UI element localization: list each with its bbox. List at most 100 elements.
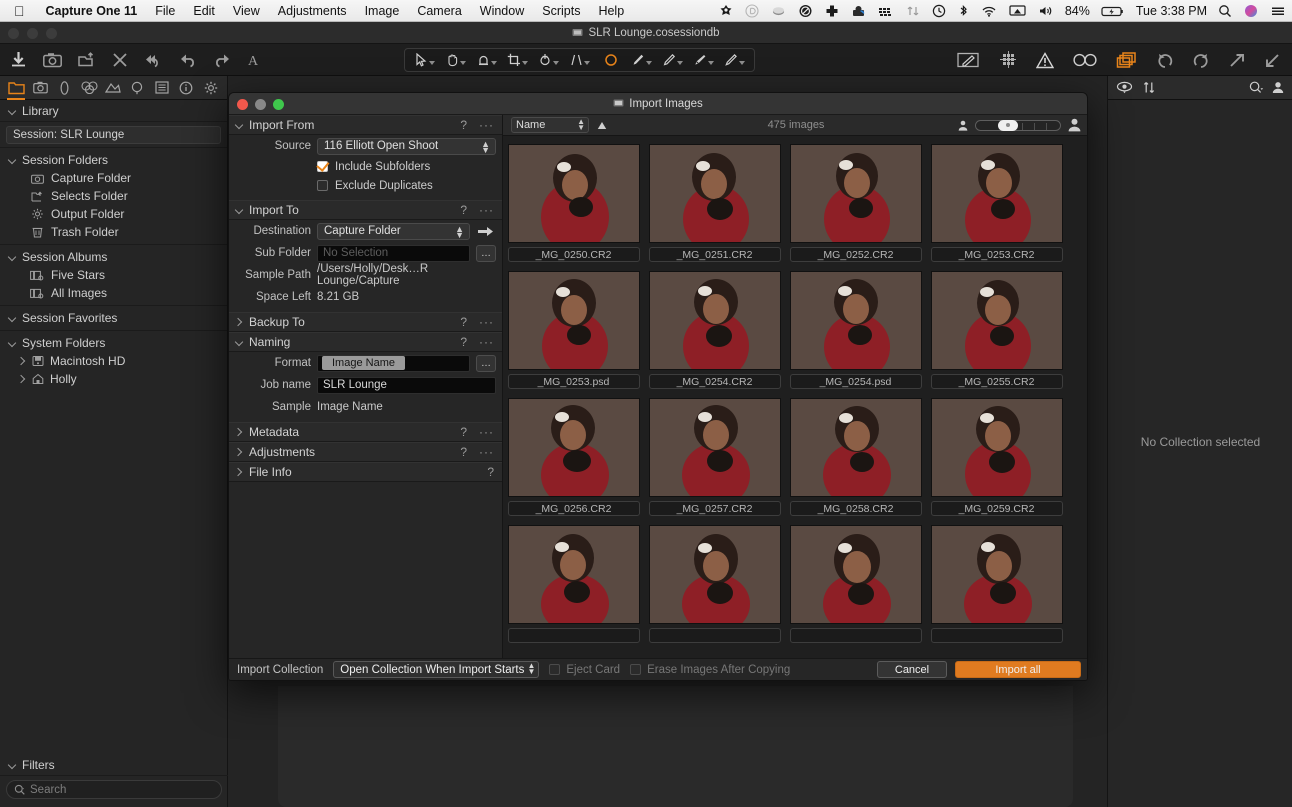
sidebar-item-output-folder[interactable]: Output Folder bbox=[0, 205, 227, 223]
menu-help[interactable]: Help bbox=[589, 4, 633, 18]
wifi-icon[interactable] bbox=[975, 0, 1003, 22]
thumbnail-cell[interactable]: _MG_0256.CR2 bbox=[503, 398, 644, 516]
group-session-folders[interactable]: Session Folders bbox=[0, 151, 227, 169]
linear-gradient-tool[interactable] bbox=[688, 49, 719, 71]
sidebar-item-library[interactable] bbox=[4, 76, 28, 100]
thumbnail-image[interactable] bbox=[930, 271, 1063, 370]
window-zoom-button[interactable] bbox=[46, 28, 57, 39]
menu-scripts[interactable]: Scripts bbox=[533, 4, 589, 18]
chevron-right-icon[interactable] bbox=[18, 375, 26, 383]
slider-knob[interactable] bbox=[998, 119, 1018, 131]
format-input[interactable]: Image Name bbox=[317, 354, 470, 372]
thumbnail-cell[interactable]: _MG_0253.CR2 bbox=[926, 144, 1067, 262]
format-token[interactable]: Image Name bbox=[322, 356, 405, 370]
sidebar-item-selects-folder[interactable]: Selects Folder bbox=[0, 187, 227, 205]
volume-icon[interactable] bbox=[1032, 0, 1060, 22]
variants-icon[interactable] bbox=[1116, 51, 1138, 69]
thumbnail-cell[interactable]: _MG_0252.CR2 bbox=[785, 144, 926, 262]
grid-overlay-icon[interactable] bbox=[998, 51, 1018, 69]
thumbnail-image[interactable] bbox=[507, 271, 640, 370]
dialog-traffic-lights[interactable] bbox=[237, 99, 284, 110]
rotate-left-icon[interactable] bbox=[1156, 52, 1174, 69]
sidebar-item-details[interactable] bbox=[126, 76, 150, 100]
window-close-button[interactable] bbox=[8, 28, 19, 39]
chevron-right-icon[interactable] bbox=[18, 357, 26, 365]
sort-select[interactable]: Name ▲ ▼ bbox=[511, 117, 589, 133]
erase-images-row[interactable]: Erase Images After Copying bbox=[630, 664, 790, 676]
thumbnail-image[interactable] bbox=[648, 144, 781, 243]
panel-import-from-header[interactable]: Import From ? ··· bbox=[229, 115, 502, 135]
help-icon[interactable]: ? bbox=[460, 203, 467, 217]
destination-select[interactable]: Capture Folder ▲ ▼ bbox=[317, 222, 470, 240]
panel-file-info-header[interactable]: File Info ? bbox=[229, 462, 502, 482]
view-compare-icon[interactable] bbox=[1072, 53, 1098, 67]
white-balance-tool[interactable] bbox=[471, 49, 502, 71]
arrow-right-icon[interactable] bbox=[476, 226, 496, 237]
thumbnail-cell[interactable]: _MG_0258.CR2 bbox=[785, 398, 926, 516]
session-selector[interactable]: Session: SLR Lounge bbox=[6, 126, 221, 144]
subfolder-more-button[interactable]: … bbox=[476, 244, 496, 262]
thumbnail-cell[interactable] bbox=[785, 525, 926, 643]
alfred-icon[interactable] bbox=[713, 0, 739, 22]
thumbnail-image[interactable] bbox=[789, 398, 922, 497]
bluetooth-icon[interactable] bbox=[952, 0, 975, 22]
notification-center-icon[interactable] bbox=[1264, 0, 1292, 22]
creative-cloud-icon[interactable] bbox=[792, 0, 819, 22]
help-icon[interactable]: ? bbox=[460, 445, 467, 459]
thumbnail-cell[interactable]: _MG_0255.CR2 bbox=[926, 271, 1067, 389]
sidebar-item-capture-folder[interactable]: Capture Folder bbox=[0, 169, 227, 187]
help-icon[interactable]: ? bbox=[460, 335, 467, 349]
sidebar-item-adjustments[interactable] bbox=[150, 76, 174, 100]
sidebar-item-metadata[interactable] bbox=[174, 76, 198, 100]
edit-with-icon[interactable] bbox=[956, 51, 980, 69]
thumbnail-image[interactable] bbox=[648, 525, 781, 624]
menu-camera[interactable]: Camera bbox=[408, 4, 470, 18]
panel-menu-icon[interactable]: ··· bbox=[479, 118, 494, 132]
thumbnail-image[interactable] bbox=[648, 271, 781, 370]
panel-menu-icon[interactable]: ··· bbox=[479, 335, 494, 349]
dialog-zoom-button[interactable] bbox=[273, 99, 284, 110]
sidebar-item-lens[interactable] bbox=[53, 76, 77, 100]
thumbnail-image[interactable] bbox=[930, 525, 1063, 624]
sidebar-item-holly[interactable]: Holly bbox=[0, 370, 227, 388]
pan-tool[interactable] bbox=[440, 49, 471, 71]
window-minimize-button[interactable] bbox=[27, 28, 38, 39]
thumbnail-image[interactable] bbox=[789, 271, 922, 370]
transfer-icon[interactable] bbox=[900, 0, 926, 22]
group-session-favorites[interactable]: Session Favorites bbox=[0, 309, 227, 327]
panel-naming-header[interactable]: Naming ? ··· bbox=[229, 332, 502, 352]
eject-card-row[interactable]: Eject Card bbox=[549, 664, 620, 676]
dropbox-icon[interactable] bbox=[739, 0, 765, 22]
keystone-tool[interactable] bbox=[564, 49, 595, 71]
large-thumbnail-icon[interactable] bbox=[1068, 118, 1081, 132]
panel-menu-icon[interactable]: ··· bbox=[479, 425, 494, 439]
group-system-folders[interactable]: System Folders bbox=[0, 334, 227, 352]
thumbnail-cell[interactable]: _MG_0251.CR2 bbox=[644, 144, 785, 262]
rotate-tool[interactable] bbox=[533, 49, 564, 71]
panel-menu-icon[interactable]: ··· bbox=[479, 445, 494, 459]
plus-icon[interactable] bbox=[819, 0, 845, 22]
menu-app-name[interactable]: Capture One 11 bbox=[37, 4, 147, 18]
include-subfolders-checkbox[interactable] bbox=[317, 161, 328, 172]
panel-menu-icon[interactable]: ··· bbox=[479, 315, 494, 329]
export-icon[interactable] bbox=[78, 52, 96, 68]
erase-images-checkbox[interactable] bbox=[630, 664, 642, 675]
time-machine-icon[interactable] bbox=[926, 0, 952, 22]
dialog-minimize-button[interactable] bbox=[255, 99, 266, 110]
group-session-albums[interactable]: Session Albums bbox=[0, 248, 227, 266]
menu-clock[interactable]: Tue 3:38 PM bbox=[1131, 4, 1212, 18]
small-thumbnail-icon[interactable] bbox=[958, 120, 968, 131]
help-icon[interactable]: ? bbox=[487, 465, 494, 479]
undo-all-icon[interactable] bbox=[144, 52, 164, 68]
airplay-icon[interactable] bbox=[1003, 0, 1032, 22]
sidebar-item-output[interactable] bbox=[199, 76, 223, 100]
rotate-right-icon[interactable] bbox=[1192, 52, 1210, 69]
import-icon[interactable] bbox=[10, 51, 27, 69]
help-icon[interactable]: ? bbox=[460, 315, 467, 329]
exclude-duplicates-checkbox[interactable] bbox=[317, 180, 328, 191]
search-input[interactable]: Search bbox=[6, 780, 222, 799]
thumbnail-image[interactable] bbox=[789, 525, 922, 624]
thumbnail-image[interactable] bbox=[507, 398, 640, 497]
draw-mask-tool[interactable] bbox=[626, 49, 657, 71]
window-traffic-lights[interactable] bbox=[8, 28, 57, 39]
